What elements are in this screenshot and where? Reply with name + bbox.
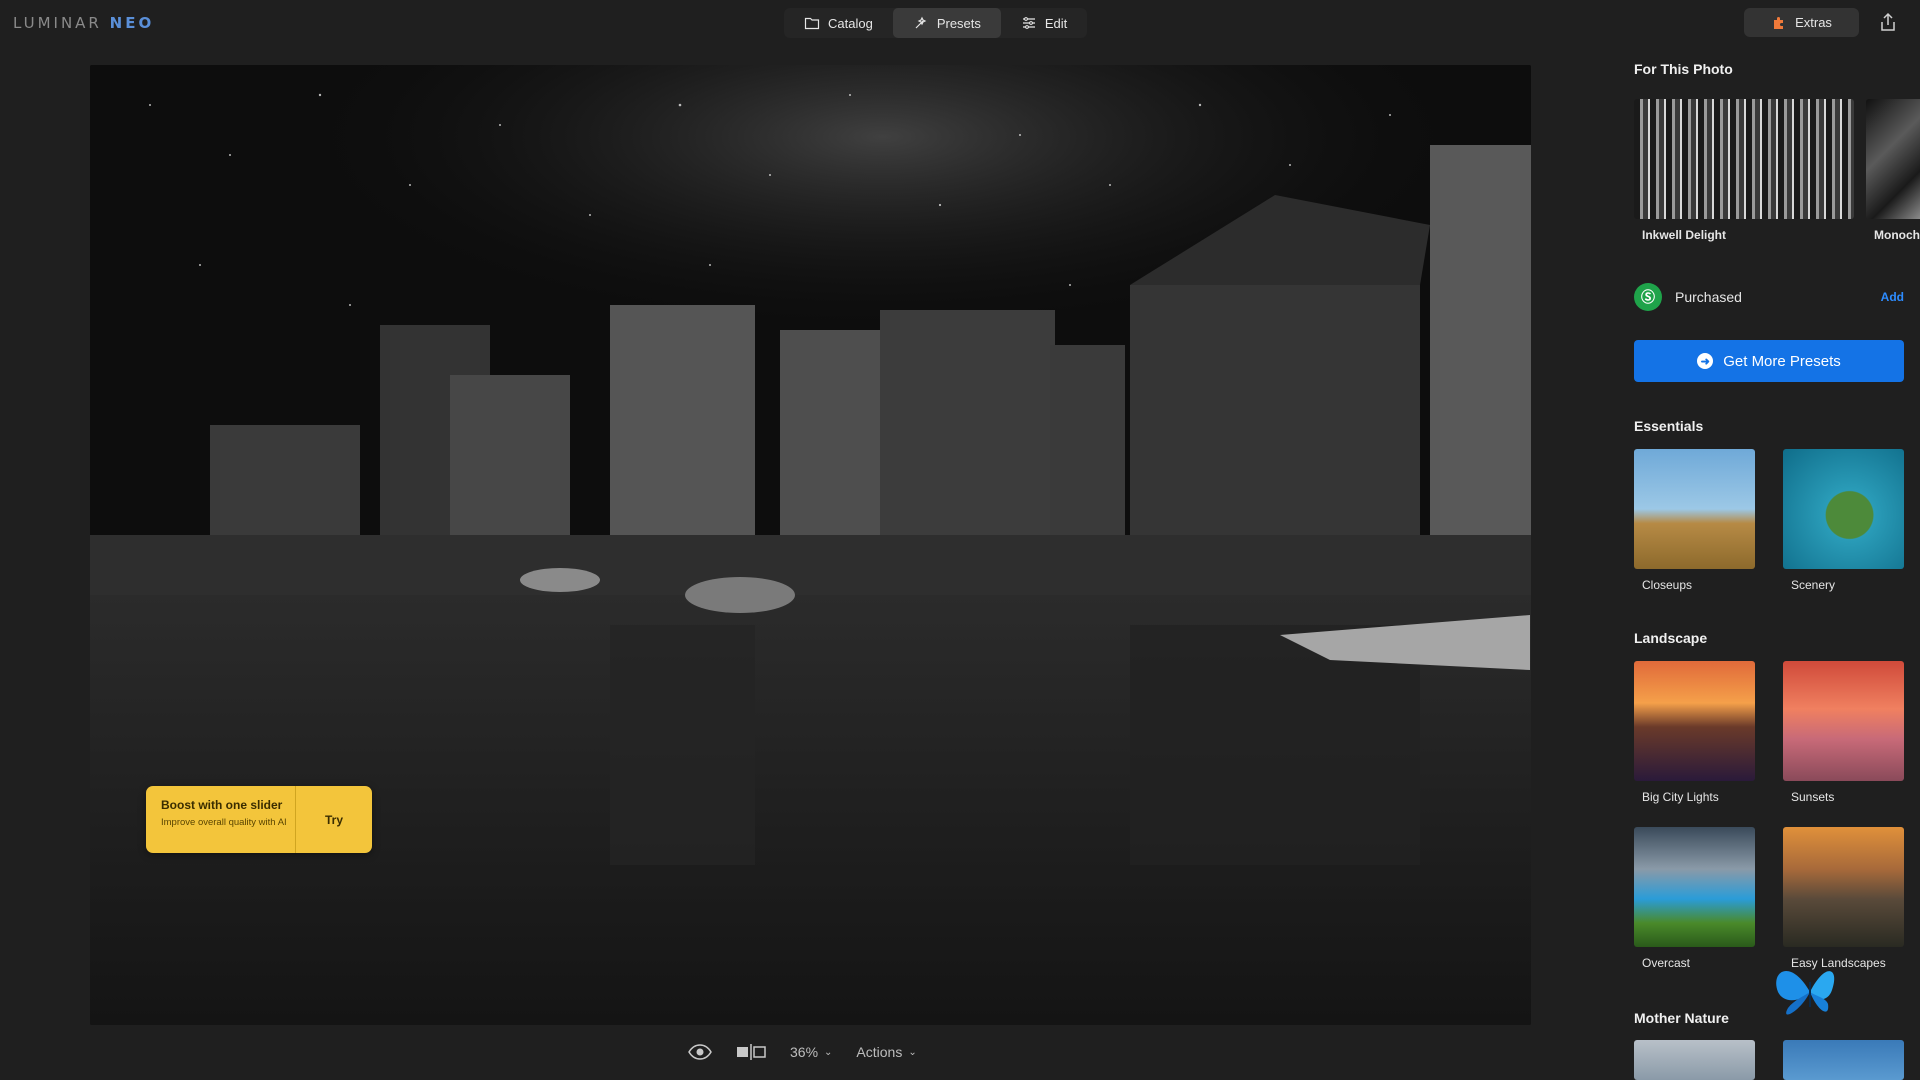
presets-panel: For This Photo Inkwell Delight Monoch Ⓢ … [1616, 44, 1920, 1080]
purchased-label: Purchased [1675, 289, 1742, 305]
preset-label: Overcast [1642, 956, 1691, 970]
logo-accent: NEO [109, 14, 155, 32]
preset-mother-nature-2[interactable] [1783, 1040, 1904, 1080]
photo-image [90, 65, 1531, 1025]
eye-icon[interactable] [688, 1044, 712, 1060]
preset-thumbnail [1634, 449, 1755, 569]
preset-label: Scenery [1791, 578, 1836, 592]
zoom-value: 36% [790, 1044, 819, 1060]
preset-thumbnail [1783, 661, 1904, 781]
preset-thumbnail [1634, 1040, 1755, 1080]
get-more-presets-button[interactable]: ➜ Get More Presets [1634, 340, 1904, 382]
tab-edit-label: Edit [1044, 15, 1068, 31]
butterfly-icon [1776, 971, 1835, 1015]
preset-thumbnail [1634, 99, 1854, 219]
preset-closeups[interactable]: Closeups [1634, 449, 1755, 592]
preset-overcast[interactable]: Overcast [1634, 827, 1755, 970]
preset-big-city-lights[interactable]: Big City Lights [1634, 661, 1755, 804]
preset-label: Sunsets [1791, 790, 1835, 804]
tab-presets[interactable]: Presets [892, 8, 1001, 38]
tab-catalog-label: Catalog [828, 15, 873, 31]
preset-scenery[interactable]: Scenery [1783, 449, 1904, 592]
preset-inkwell-delight[interactable]: Inkwell Delight [1634, 99, 1854, 242]
boost-try-button[interactable]: Try [296, 786, 372, 853]
section-title-landscape: Landscape [1634, 630, 1708, 646]
folder-icon [804, 17, 820, 30]
preset-thumbnail [1634, 661, 1755, 781]
preset-thumbnail [1783, 1040, 1904, 1080]
zoom-dropdown[interactable]: 36% ⌄ [790, 1044, 832, 1060]
arrow-right-icon: ➜ [1697, 353, 1714, 369]
preset-thumbnail [1634, 827, 1755, 947]
purchased-icon: Ⓢ [1634, 283, 1662, 311]
puzzle-icon [1774, 16, 1784, 29]
section-title-essentials: Essentials [1634, 418, 1704, 434]
purchased-row[interactable]: Ⓢ Purchased Add [1634, 282, 1904, 312]
preset-mother-nature-1[interactable] [1634, 1040, 1755, 1080]
get-more-presets-label: Get More Presets [1723, 352, 1841, 370]
add-link[interactable]: Add [1881, 290, 1904, 304]
preset-sunsets[interactable]: Sunsets [1783, 661, 1904, 804]
preset-thumbnail [1783, 449, 1904, 569]
preset-label: Closeups [1642, 578, 1693, 592]
actions-label: Actions [856, 1044, 903, 1060]
boost-title: Boost with one slider [161, 798, 283, 812]
chevron-down-icon: ⌄ [908, 1046, 917, 1058]
tab-edit[interactable]: Edit [1001, 8, 1087, 38]
preset-easy-landscapes[interactable]: Easy Landscapes [1783, 827, 1904, 970]
sliders-icon [1022, 17, 1035, 29]
chevron-down-icon: ⌄ [824, 1046, 833, 1058]
presets-icon [915, 16, 927, 29]
logo-main: LUMINAR [13, 14, 102, 32]
preset-label: Inkwell Delight [1642, 228, 1727, 242]
actions-dropdown[interactable]: Actions ⌄ [856, 1044, 916, 1060]
section-title-mother-nature: Mother Nature [1634, 1010, 1729, 1026]
main-nav: Catalog Presets Edit [784, 8, 1088, 38]
preset-label: Big City Lights [1642, 790, 1719, 804]
tab-catalog[interactable]: Catalog [784, 8, 893, 38]
extras-label: Extras [1795, 15, 1832, 30]
boost-banner: Boost with one slider Improve overall qu… [146, 786, 372, 853]
photo-canvas[interactable] [90, 65, 1531, 1025]
bottom-toolbar: 36% ⌄ Actions ⌄ [688, 1040, 917, 1064]
tab-presets-label: Presets [936, 15, 981, 31]
preset-monochrome[interactable]: Monoch [1866, 99, 1920, 242]
preset-thumbnail [1783, 827, 1904, 947]
share-icon[interactable] [1879, 12, 1897, 32]
boost-text: Boost with one slider Improve overall qu… [146, 786, 296, 853]
app-logo: LUMINAR NEO [13, 14, 154, 32]
preset-thumbnail [1866, 99, 1920, 219]
section-title-for-this-photo: For This Photo [1634, 61, 1733, 77]
boost-subtitle: Improve overall quality with AI [161, 817, 287, 828]
compare-icon[interactable] [736, 1044, 766, 1060]
extras-button[interactable]: Extras [1744, 8, 1859, 37]
top-bar: LUMINAR NEO Catalog Presets Edit Extras [0, 0, 1920, 44]
preset-label: Monoch [1874, 228, 1920, 242]
